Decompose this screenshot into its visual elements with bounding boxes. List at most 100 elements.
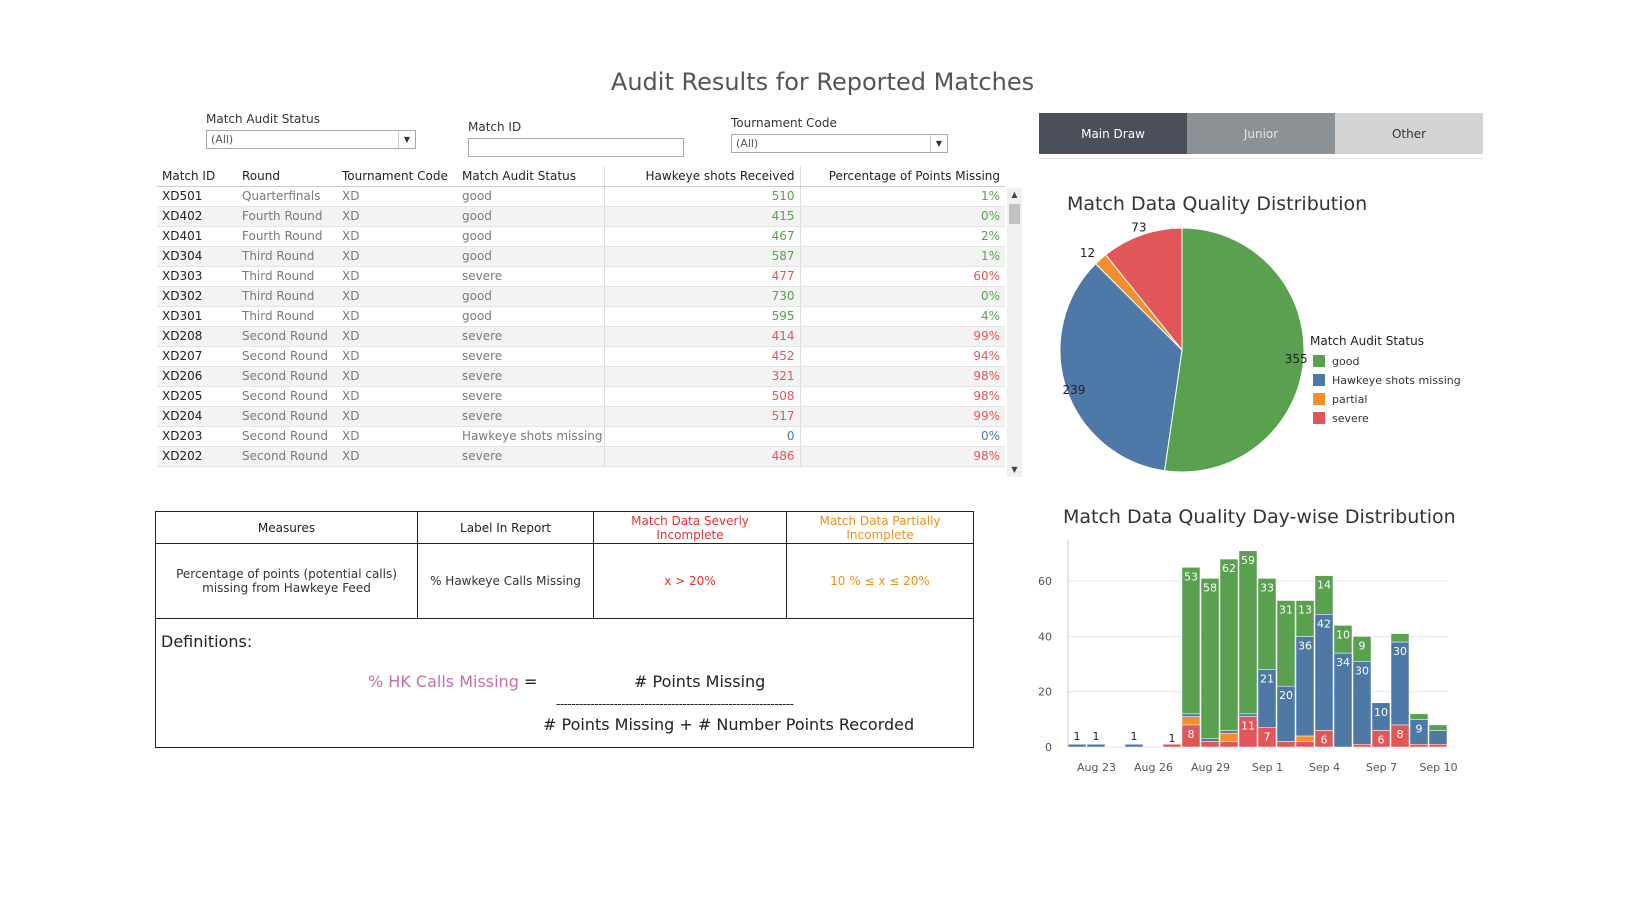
scroll-thumb[interactable] bbox=[1009, 204, 1020, 224]
filter-label: Tournament Code bbox=[731, 116, 837, 130]
tab-junior[interactable]: Junior bbox=[1187, 113, 1335, 154]
bar-value-label: 11 bbox=[1241, 720, 1255, 733]
shots-received-cell: 587 bbox=[604, 246, 801, 267]
tournament-code-cell: XD bbox=[337, 206, 457, 227]
column-header[interactable]: Hawkeye shots Received bbox=[604, 166, 801, 187]
formula-term: % HK Calls Missing = bbox=[368, 672, 537, 691]
column-header[interactable]: Tournament Code bbox=[337, 166, 457, 187]
table-row[interactable]: XD208 Second Round XD severe 414 99% bbox=[157, 326, 1005, 347]
pie-value-label: 73 bbox=[1131, 220, 1146, 234]
bar-value-label: 21 bbox=[1260, 673, 1274, 686]
bar-segment-severe bbox=[1409, 743, 1429, 748]
bar-value-label: 59 bbox=[1241, 554, 1255, 567]
points-missing-cell: 1% bbox=[800, 246, 1005, 267]
column-header[interactable]: Round bbox=[237, 166, 337, 187]
bar-segment-severe bbox=[1200, 741, 1220, 748]
bar-segment-hawkeye-shots-missing bbox=[1428, 730, 1448, 745]
filter-label: Match ID bbox=[468, 120, 522, 134]
bar-value-label: 10 bbox=[1336, 628, 1350, 641]
tournament-code-cell: XD bbox=[337, 406, 457, 427]
legend-item: partial bbox=[1332, 393, 1367, 406]
measures-body-row: Percentage of points (potential calls) m… bbox=[156, 544, 973, 619]
match-id-input[interactable] bbox=[468, 138, 684, 157]
table-row[interactable]: XD203 Second Round XD Hawkeye shots missing… bbox=[157, 426, 1005, 447]
match-id-cell: XD302 bbox=[157, 286, 237, 307]
bar-value-label: 9 bbox=[1416, 722, 1423, 735]
scroll-up-icon[interactable]: ▲ bbox=[1007, 188, 1022, 202]
scroll-down-icon[interactable]: ▼ bbox=[1007, 463, 1022, 477]
points-missing-cell: 0% bbox=[800, 286, 1005, 307]
round-cell: Third Round bbox=[237, 306, 337, 327]
column-header[interactable]: Percentage of Points Missing bbox=[800, 166, 1005, 187]
audit-status-cell: good bbox=[457, 186, 605, 207]
match-id-cell: XD203 bbox=[157, 426, 237, 447]
points-missing-cell: 1% bbox=[800, 186, 1005, 207]
audit-status-cell: good bbox=[457, 306, 605, 327]
points-missing-cell: 99% bbox=[800, 406, 1005, 427]
pie-slice-good bbox=[1163, 227, 1305, 473]
table-row[interactable]: XD202 Second Round XD severe 486 98% bbox=[157, 446, 1005, 467]
pie-chart-title: Match Data Quality Distribution bbox=[1067, 193, 1368, 215]
bar-segment-partial bbox=[1219, 732, 1239, 742]
table-row[interactable]: XD207 Second Round XD severe 452 94% bbox=[157, 346, 1005, 367]
round-cell: Second Round bbox=[237, 386, 337, 407]
tournament-code-cell: XD bbox=[337, 246, 457, 267]
measures-header-row: Measures Label In Report Match Data Seve… bbox=[156, 512, 973, 544]
bar-segment-severe bbox=[1276, 741, 1296, 748]
tab-other[interactable]: Other bbox=[1335, 113, 1483, 154]
formula-divider: ----------------------------------------… bbox=[556, 697, 794, 711]
x-tick-label: Aug 29 bbox=[1191, 761, 1230, 774]
x-tick-label: Sep 4 bbox=[1309, 761, 1340, 774]
table-row[interactable]: XD205 Second Round XD severe 508 98% bbox=[157, 386, 1005, 407]
tournament-code-cell: XD bbox=[337, 446, 457, 467]
bar-value-label: 8 bbox=[1397, 728, 1404, 741]
formula-denominator: # Points Missing + # Number Points Recor… bbox=[543, 715, 915, 734]
chevron-down-icon[interactable]: ▼ bbox=[398, 131, 415, 148]
round-cell: Fourth Round bbox=[237, 206, 337, 227]
pie-value-label: 239 bbox=[1062, 383, 1085, 397]
bar-segment-hawkeye-shots-missing bbox=[1219, 730, 1239, 734]
x-tick-label: Sep 10 bbox=[1419, 761, 1457, 774]
legend-item: good bbox=[1332, 355, 1359, 368]
tournament-code-cell: XD bbox=[337, 346, 457, 367]
chevron-down-icon[interactable]: ▼ bbox=[930, 135, 947, 152]
column-header[interactable]: Match Audit Status bbox=[457, 166, 605, 187]
table-scrollbar[interactable]: ▲ ▼ bbox=[1007, 188, 1022, 477]
match-id-cell: XD304 bbox=[157, 246, 237, 267]
table-row[interactable]: XD304 Third Round XD good 587 1% bbox=[157, 246, 1005, 267]
table-row[interactable]: XD303 Third Round XD severe 477 60% bbox=[157, 266, 1005, 287]
table-row[interactable]: XD402 Fourth Round XD good 415 0% bbox=[157, 206, 1005, 227]
column-header[interactable]: Match ID bbox=[157, 166, 237, 187]
points-missing-cell: 98% bbox=[800, 386, 1005, 407]
table-row[interactable]: XD501 Quarterfinals XD good 510 1% bbox=[157, 186, 1005, 207]
bar-value-label: 30 bbox=[1393, 645, 1407, 658]
tab-main-draw[interactable]: Main Draw bbox=[1039, 113, 1187, 154]
severe-header: Match Data Severly Incomplete bbox=[594, 512, 787, 543]
shots-received-cell: 730 bbox=[604, 286, 801, 307]
bar-chart: 0204060Distinct count of Match ID1118535… bbox=[1038, 540, 1458, 774]
bar-segment-severe bbox=[1295, 741, 1315, 748]
points-missing-cell: 0% bbox=[800, 206, 1005, 227]
audit-status-cell: severe bbox=[457, 326, 605, 347]
measures-definitions-panel: Measures Label In Report Match Data Seve… bbox=[155, 511, 974, 748]
match-audit-status-select[interactable]: (All) ▼ bbox=[206, 130, 416, 149]
bar-segment-hawkeye-shots-missing bbox=[1238, 713, 1258, 717]
table-row[interactable]: XD204 Second Round XD severe 517 99% bbox=[157, 406, 1005, 427]
bar-segment-hawkeye-shots-missing bbox=[1314, 614, 1334, 731]
table-row[interactable]: XD302 Third Round XD good 730 0% bbox=[157, 286, 1005, 307]
y-tick-label: 60 bbox=[1038, 575, 1052, 588]
round-cell: Second Round bbox=[237, 426, 337, 447]
audit-status-cell: good bbox=[457, 206, 605, 227]
select-value: (All) bbox=[736, 137, 759, 150]
table-row[interactable]: XD301 Third Round XD good 595 4% bbox=[157, 306, 1005, 327]
table-row[interactable]: XD401 Fourth Round XD good 467 2% bbox=[157, 226, 1005, 247]
match-id-filter: Match ID bbox=[468, 120, 684, 157]
bar-value-label: 34 bbox=[1336, 656, 1350, 669]
legend-swatch bbox=[1313, 374, 1325, 386]
round-cell: Second Round bbox=[237, 346, 337, 367]
tournament-code-select[interactable]: (All) ▼ bbox=[731, 134, 948, 153]
shots-received-cell: 0 bbox=[604, 426, 801, 447]
shots-received-cell: 486 bbox=[604, 446, 801, 467]
table-row[interactable]: XD206 Second Round XD severe 321 98% bbox=[157, 366, 1005, 387]
formula-term-label: % HK Calls Missing bbox=[368, 672, 519, 691]
